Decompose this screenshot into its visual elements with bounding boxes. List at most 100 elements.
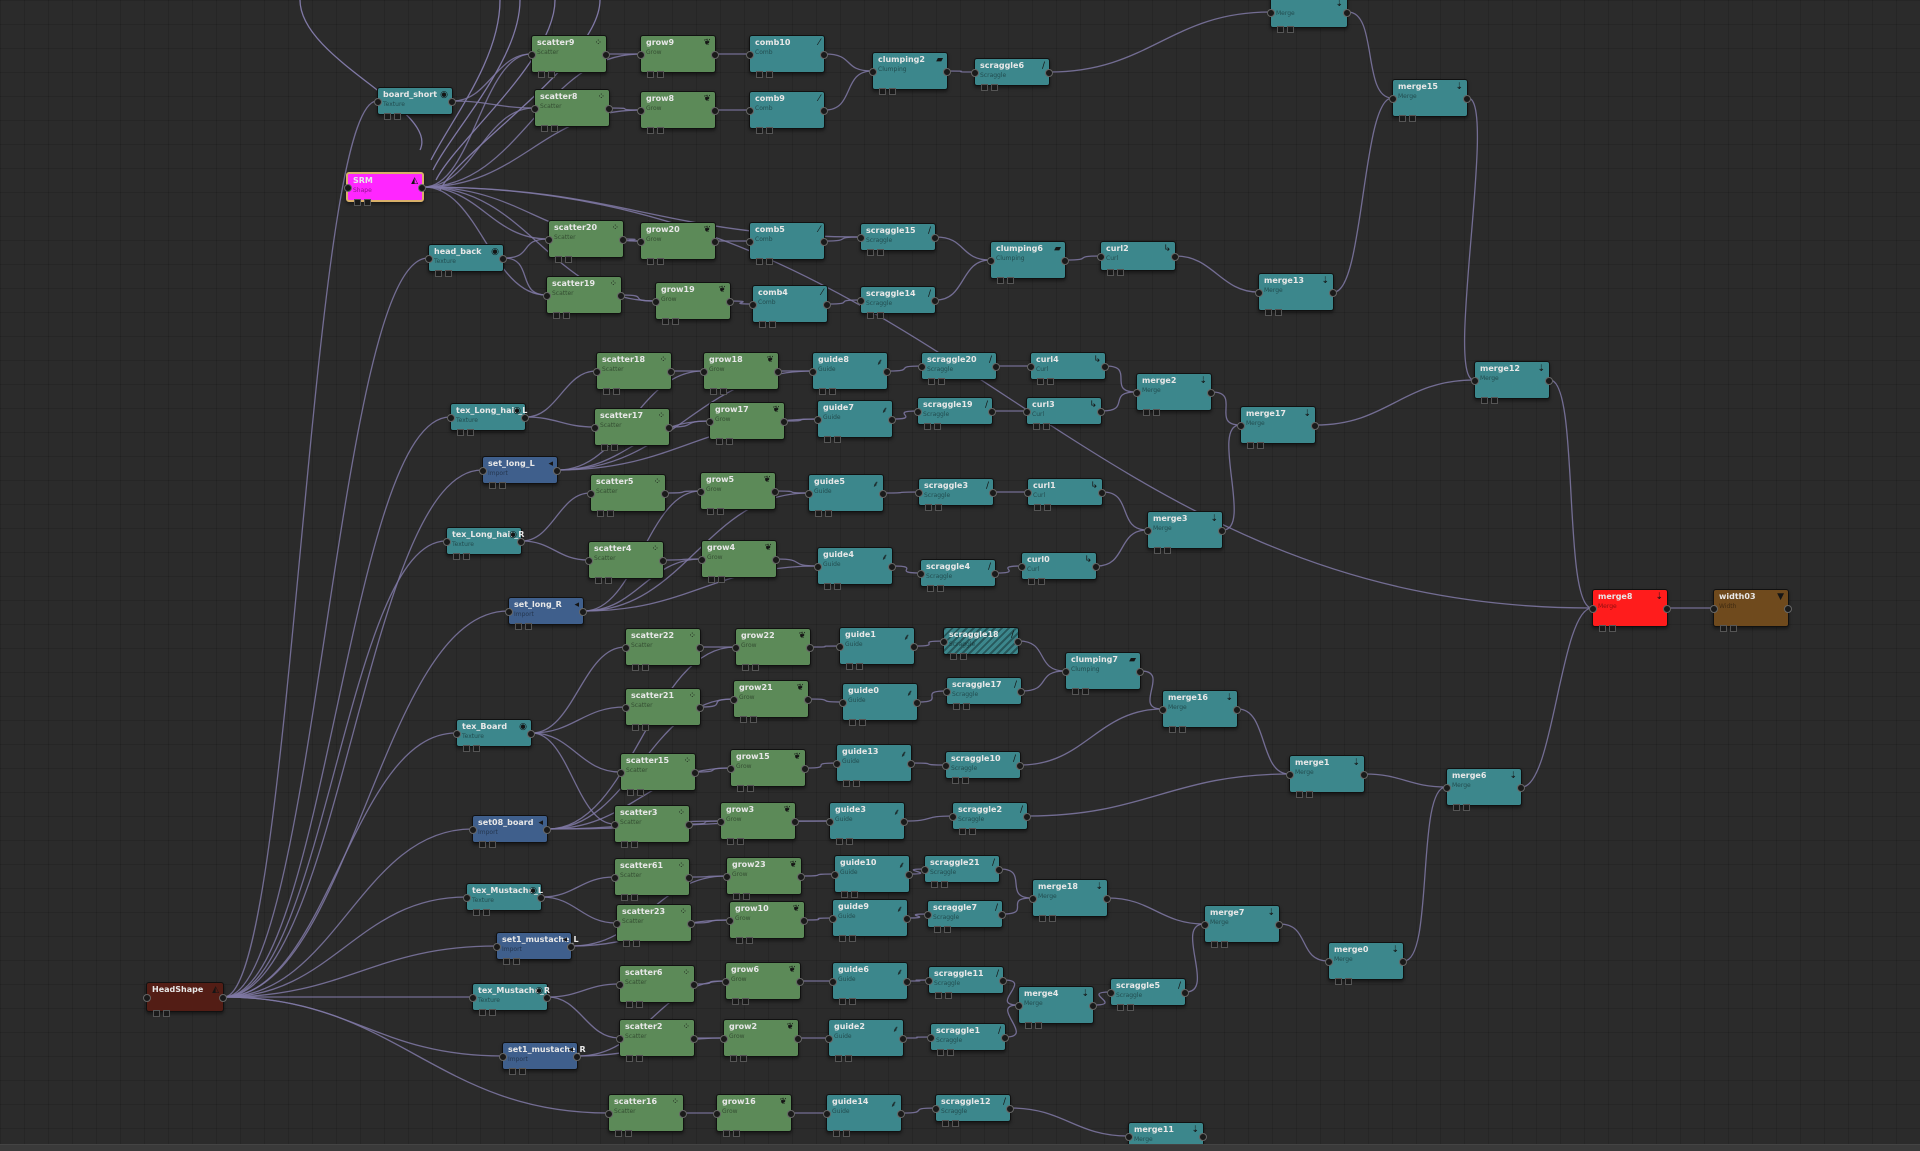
wire-merge2-to-merge17[interactable] xyxy=(1211,391,1241,426)
input-port[interactable] xyxy=(637,107,645,115)
bypass-toggle[interactable] xyxy=(1033,423,1040,430)
freeze-toggle[interactable] xyxy=(1257,442,1264,449)
bypass-toggle[interactable] xyxy=(730,1055,737,1062)
output-port[interactable] xyxy=(879,490,887,498)
input-port[interactable] xyxy=(1015,1002,1023,1010)
bypass-toggle[interactable] xyxy=(925,504,932,511)
node-merge2[interactable]: merge2 Merge ⇣ xyxy=(1133,373,1215,416)
freeze-toggle[interactable] xyxy=(163,1010,170,1017)
wire-guide14-to-scraggle12[interactable] xyxy=(901,1107,936,1114)
output-port[interactable] xyxy=(690,981,698,989)
node-guide6[interactable]: guide6 Guide ⸙ xyxy=(829,962,911,1005)
output-port[interactable] xyxy=(1001,1034,1009,1042)
bypass-toggle[interactable] xyxy=(723,1130,730,1137)
freeze-toggle[interactable] xyxy=(856,663,863,670)
bypass-toggle[interactable] xyxy=(736,937,743,944)
node-set_long_R[interactable]: set_long_R Import ◂ xyxy=(505,597,587,630)
freeze-toggle[interactable] xyxy=(859,719,866,726)
input-port[interactable] xyxy=(469,826,477,834)
output-port[interactable] xyxy=(905,871,913,879)
input-port[interactable] xyxy=(637,238,645,246)
bypass-toggle[interactable] xyxy=(615,1130,622,1137)
wire-offscreen-2[interactable] xyxy=(432,0,521,171)
freeze-toggle[interactable] xyxy=(489,841,496,848)
node-guide0[interactable]: guide0 Guide ⸙ xyxy=(839,683,921,726)
node-scatter16[interactable]: scatter16 Scatter ⁘ xyxy=(605,1094,687,1137)
node-grow20[interactable]: grow20 Grow ❦ xyxy=(637,222,719,265)
node-scatter61[interactable]: scatter61 Scatter ⁘ xyxy=(611,858,693,901)
input-port[interactable] xyxy=(447,414,455,422)
input-port[interactable] xyxy=(593,368,601,376)
output-port[interactable] xyxy=(687,920,695,928)
output-port[interactable] xyxy=(605,105,613,113)
node-scatter18[interactable]: scatter18 Scatter ⁘ xyxy=(593,352,675,395)
output-port[interactable] xyxy=(1311,422,1319,430)
freeze-toggle[interactable] xyxy=(834,436,841,443)
bypass-toggle[interactable] xyxy=(937,1049,944,1056)
bypass-toggle[interactable] xyxy=(538,71,545,78)
bypass-toggle[interactable] xyxy=(601,444,608,451)
freeze-toggle[interactable] xyxy=(717,508,724,515)
wire-grow23-to-guide10[interactable] xyxy=(801,873,835,877)
input-port[interactable] xyxy=(917,570,925,578)
node-set08_board[interactable]: set08_board Import ◂ xyxy=(469,815,551,848)
output-port[interactable] xyxy=(1045,69,1053,77)
input-port[interactable] xyxy=(479,467,487,475)
input-port[interactable] xyxy=(374,98,382,106)
output-port[interactable] xyxy=(1463,95,1471,103)
wire-merge17-to-merge12[interactable] xyxy=(1315,379,1475,426)
node-merge4[interactable]: merge4 Merge ⇣ xyxy=(1015,986,1097,1029)
wire-merge6-to-merge8[interactable] xyxy=(1521,607,1593,788)
wire-merge_top-to-merge15[interactable] xyxy=(1347,11,1393,99)
input-port[interactable] xyxy=(425,255,433,263)
freeze-toggle[interactable] xyxy=(877,312,884,319)
output-port[interactable] xyxy=(988,408,996,416)
node-guide7[interactable]: guide7 Guide ⸙ xyxy=(814,400,896,443)
output-port[interactable] xyxy=(931,297,939,305)
freeze-toggle[interactable] xyxy=(1609,625,1616,632)
wire-scraggle11-to-merge4[interactable] xyxy=(1003,979,1019,1006)
bypass-toggle[interactable] xyxy=(1028,578,1035,585)
freeze-toggle[interactable] xyxy=(845,1055,852,1062)
bypass-toggle[interactable] xyxy=(942,1120,949,1127)
node-curl1[interactable]: curl1 Curl ↳ xyxy=(1024,478,1106,511)
freeze-toggle[interactable] xyxy=(952,1120,959,1127)
bypass-toggle[interactable] xyxy=(555,256,562,263)
output-port[interactable] xyxy=(1098,489,1106,497)
freeze-toggle[interactable] xyxy=(737,838,744,845)
bypass-toggle[interactable] xyxy=(953,703,960,710)
output-port[interactable] xyxy=(804,696,812,704)
input-port[interactable] xyxy=(616,981,624,989)
input-port[interactable] xyxy=(949,813,957,821)
node-scraggle11[interactable]: scraggle11 Scraggle ∕ xyxy=(925,966,1007,999)
freeze-toggle[interactable] xyxy=(743,893,750,900)
output-port[interactable] xyxy=(661,490,669,498)
freeze-toggle[interactable] xyxy=(937,585,944,592)
bypass-toggle[interactable] xyxy=(708,576,715,583)
freeze-toggle[interactable] xyxy=(473,745,480,752)
freeze-toggle[interactable] xyxy=(1082,688,1089,695)
freeze-toggle[interactable] xyxy=(1153,409,1160,416)
input-port[interactable] xyxy=(921,866,929,874)
output-port[interactable] xyxy=(903,978,911,986)
bypass-toggle[interactable] xyxy=(1117,1004,1124,1011)
bypass-toggle[interactable] xyxy=(732,998,739,1005)
freeze-toggle[interactable] xyxy=(941,881,948,888)
node-guide4[interactable]: guide4 Guide ⸙ xyxy=(814,547,896,590)
input-port[interactable] xyxy=(915,489,923,497)
bypass-toggle[interactable] xyxy=(509,1068,516,1075)
freeze-toggle[interactable] xyxy=(1345,978,1352,985)
output-port[interactable] xyxy=(1023,813,1031,821)
bypass-toggle[interactable] xyxy=(1143,409,1150,416)
node-grow23[interactable]: grow23 Grow ❦ xyxy=(723,857,805,900)
output-port[interactable] xyxy=(931,234,939,242)
wire-comb10-to-clumping2[interactable] xyxy=(824,53,873,72)
node-guide10[interactable]: guide10 Guide ⸙ xyxy=(831,855,913,898)
input-port[interactable] xyxy=(1029,895,1037,903)
freeze-toggle[interactable] xyxy=(1164,547,1171,554)
node-scatter6[interactable]: scatter6 Scatter ⁘ xyxy=(616,965,698,1008)
output-port[interactable] xyxy=(806,644,814,652)
output-port[interactable] xyxy=(913,699,921,707)
output-port[interactable] xyxy=(1329,289,1337,297)
freeze-toggle[interactable] xyxy=(611,444,618,451)
